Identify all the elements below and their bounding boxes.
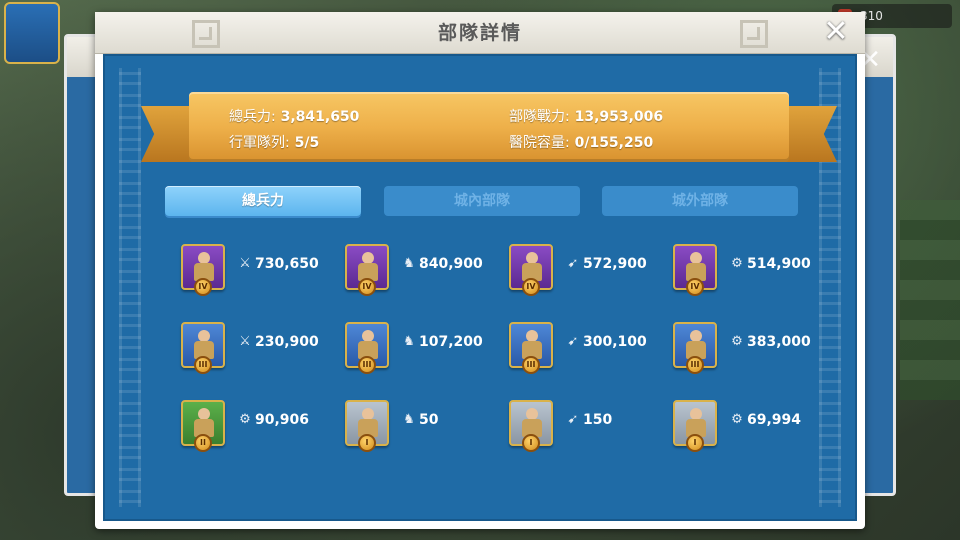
troop-entry-infantry[interactable]: III ⚔ 230,900 — [181, 322, 331, 378]
troop-count: 230,900 — [255, 334, 319, 350]
bow-icon: ➹ — [567, 334, 579, 349]
troop-count: 150 — [583, 412, 613, 428]
tier-badge: IV — [522, 278, 540, 296]
tier-badge: III — [194, 356, 212, 374]
tier-badge: IV — [686, 278, 704, 296]
tier-badge: I — [522, 434, 540, 452]
march-queue-value: 5/5 — [294, 135, 320, 151]
march-queue-label: 行軍隊列: — [229, 135, 290, 151]
tab-total-troops[interactable]: 總兵力 — [165, 186, 361, 216]
troop-entry-archer[interactable]: I ➹ 150 — [509, 400, 659, 456]
march-queue-stat: 行軍隊列: 5/5 — [229, 132, 319, 152]
horse-icon: ♞ — [403, 256, 415, 271]
tab-in-city-troops[interactable]: 城內部隊 — [384, 186, 580, 216]
siege-icon: ⚙ — [731, 334, 743, 349]
tier-badge: IV — [358, 278, 376, 296]
tier-badge: I — [358, 434, 376, 452]
greek-key-border — [119, 68, 141, 507]
bow-icon: ➹ — [567, 412, 579, 427]
horse-icon: ♞ — [403, 412, 415, 427]
troop-count: 107,200 — [419, 334, 483, 350]
troop-count: 90,906 — [255, 412, 310, 428]
tier-badge: III — [522, 356, 540, 374]
hospital-capacity-value: 0/155,250 — [574, 135, 654, 151]
troop-entry-siege[interactable]: IV ⚙ 514,900 — [673, 244, 823, 300]
tab-out-city-troops[interactable]: 城外部隊 — [602, 186, 798, 216]
close-button[interactable]: ✕ — [821, 17, 851, 48]
sword-icon: ⚔ — [239, 334, 251, 349]
dialog-header: 部隊詳情 ✕ — [95, 12, 865, 54]
background-city-strip — [900, 200, 960, 400]
player-avatar — [4, 2, 60, 64]
summary-banner: 總兵力: 3,841,650 行軍隊列: 5/5 部隊戰力: 13,953,00… — [141, 86, 837, 166]
troop-count: 69,994 — [747, 412, 802, 428]
troop-details-dialog: 部隊詳情 ✕ 總兵力: 3,841,650 行軍隊列: 5/5 部隊戰力: 13… — [95, 12, 865, 529]
troop-count: 300,100 — [583, 334, 647, 350]
sword-icon: ⚔ — [239, 256, 251, 271]
troop-power-label: 部隊戰力: — [509, 109, 570, 125]
troop-entry-archer[interactable]: IV ➹ 572,900 — [509, 244, 659, 300]
tier-badge: I — [686, 434, 704, 452]
tier-badge: III — [686, 356, 704, 374]
troop-entry-siege[interactable]: III ⚙ 383,000 — [673, 322, 823, 378]
tier-badge: III — [358, 356, 376, 374]
hospital-capacity-label: 醫院容量: — [509, 135, 570, 151]
total-troops-label: 總兵力: — [229, 109, 276, 125]
siege-icon: ⚙ — [731, 412, 743, 427]
troop-entry-cavalry[interactable]: IV ♞ 840,900 — [345, 244, 495, 300]
total-troops-value: 3,841,650 — [280, 109, 360, 125]
troop-entry-archer[interactable]: III ➹ 300,100 — [509, 322, 659, 378]
troop-entry-siege[interactable]: I ⚙ 69,994 — [673, 400, 823, 456]
troop-count: 572,900 — [583, 256, 647, 272]
tier-badge: II — [194, 434, 212, 452]
troop-power-value: 13,953,006 — [574, 109, 664, 125]
siege-icon: ⚙ — [239, 412, 251, 427]
total-troops-stat: 總兵力: 3,841,650 — [229, 106, 359, 126]
bow-icon: ➹ — [567, 256, 579, 271]
troop-count: 383,000 — [747, 334, 811, 350]
troop-count: 730,650 — [255, 256, 319, 272]
greek-ornament-icon — [192, 20, 220, 48]
dialog-body: 總兵力: 3,841,650 行軍隊列: 5/5 部隊戰力: 13,953,00… — [103, 54, 857, 521]
tier-badge: IV — [194, 278, 212, 296]
troop-entry-infantry[interactable]: IV ⚔ 730,650 — [181, 244, 331, 300]
troop-count: 514,900 — [747, 256, 811, 272]
troop-power-stat: 部隊戰力: 13,953,006 — [509, 106, 663, 126]
horse-icon: ♞ — [403, 334, 415, 349]
troop-count: 840,900 — [419, 256, 483, 272]
troop-entry-cavalry[interactable]: I ♞ 50 — [345, 400, 495, 456]
troop-entry-siege[interactable]: II ⚙ 90,906 — [181, 400, 331, 456]
siege-icon: ⚙ — [731, 256, 743, 271]
troop-entry-cavalry[interactable]: III ♞ 107,200 — [345, 322, 495, 378]
greek-ornament-icon — [740, 20, 768, 48]
hospital-capacity-stat: 醫院容量: 0/155,250 — [509, 132, 653, 152]
troop-count: 50 — [419, 412, 439, 428]
ribbon: 總兵力: 3,841,650 行軍隊列: 5/5 部隊戰力: 13,953,00… — [189, 92, 789, 162]
